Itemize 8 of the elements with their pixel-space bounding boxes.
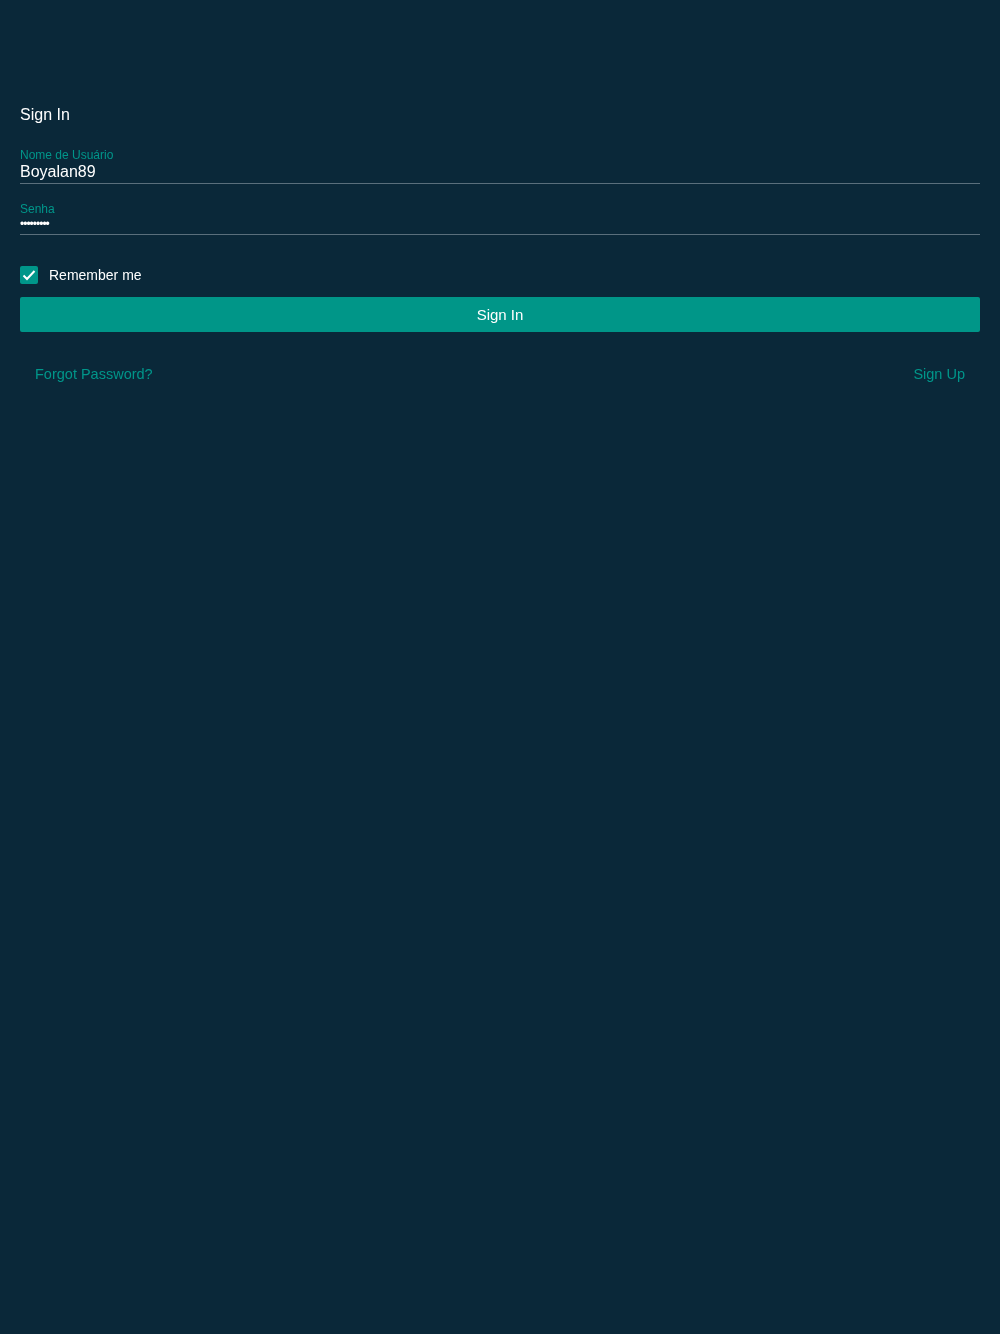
- page-title: Sign In: [20, 106, 70, 124]
- checkbox-label: Remember me: [49, 267, 142, 283]
- text-field[interactable]: Nome de Usuário Boyalan89: [20, 148, 980, 184]
- text-field[interactable]: Senha •••••••••: [20, 202, 980, 235]
- sign-in-button[interactable]: Sign In: [20, 297, 980, 332]
- sign-up-link[interactable]: Sign Up: [913, 366, 965, 382]
- checkbox[interactable]: [20, 266, 38, 284]
- forgot-password-link[interactable]: Forgot Password?: [35, 366, 153, 382]
